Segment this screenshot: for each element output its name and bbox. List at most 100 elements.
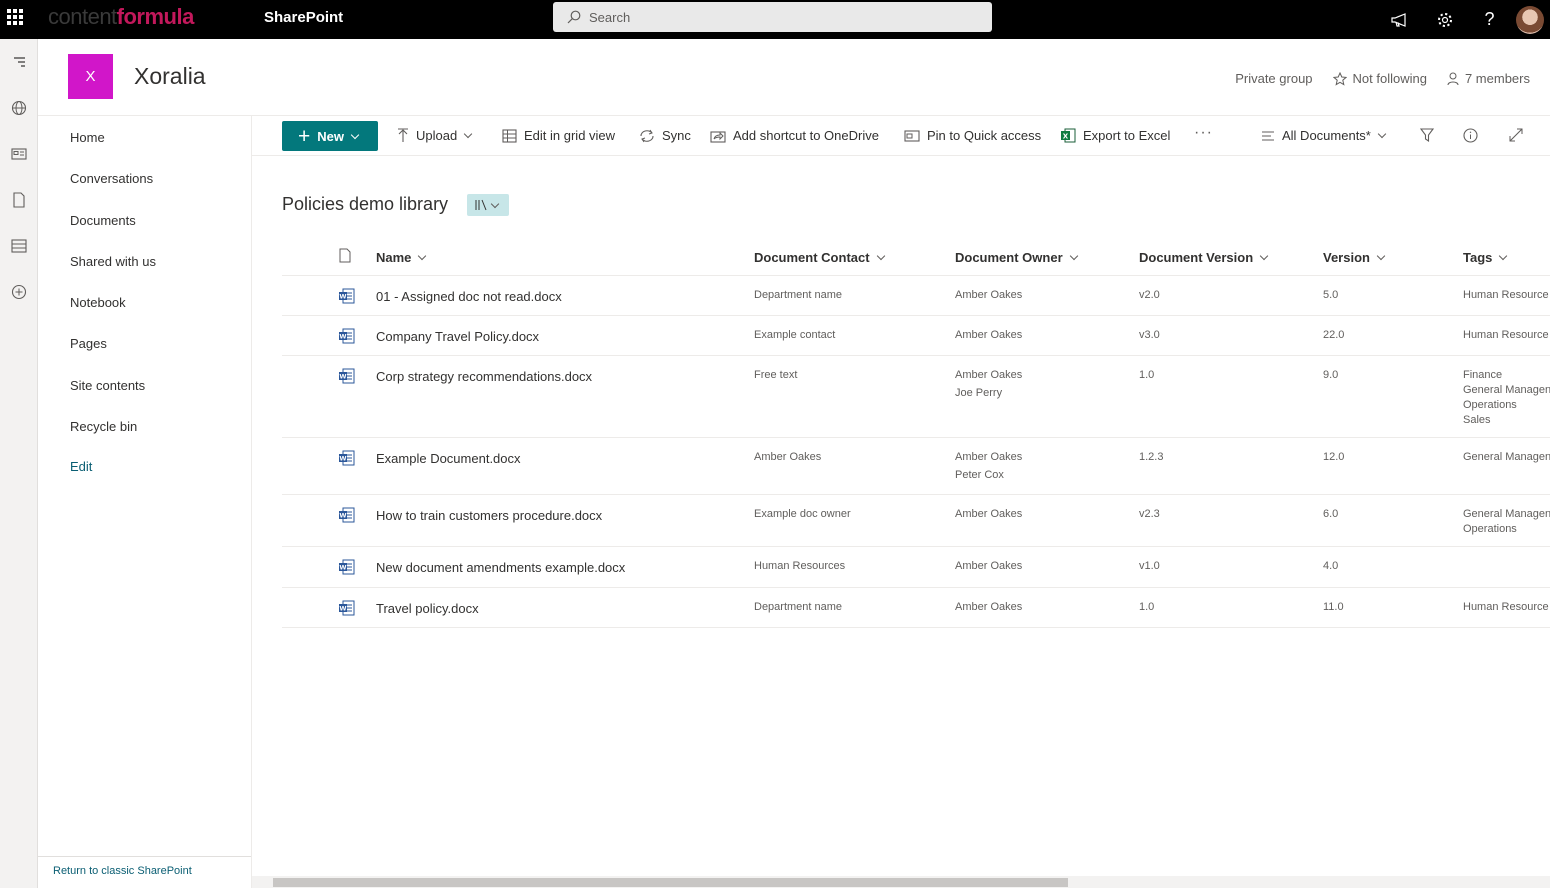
table-row[interactable]: W 01 - Assigned doc not read.docx Departme… <box>282 276 1550 316</box>
command-bar: + New Upload Edit in grid view Sync Add … <box>252 116 1550 156</box>
owner-name[interactable]: Peter Cox <box>955 466 1022 484</box>
owner-name[interactable]: Amber Oakes <box>955 598 1022 616</box>
nav-item-notebook[interactable]: Notebook <box>70 295 126 310</box>
owner-name[interactable]: Amber Oakes <box>955 366 1022 384</box>
nav-item-pages[interactable]: Pages <box>70 336 107 351</box>
new-button-label: New <box>317 128 344 144</box>
create-icon[interactable] <box>0 269 38 315</box>
owner-name[interactable]: Amber Oakes <box>955 286 1022 304</box>
svg-text:W: W <box>339 373 346 381</box>
filter-icon[interactable] <box>1420 128 1434 142</box>
document-version-cell: v1.0 <box>1139 560 1160 572</box>
file-name-link[interactable]: Travel policy.docx <box>376 600 479 617</box>
sync-icon <box>639 129 655 143</box>
document-contact-cell: Amber Oakes <box>754 451 822 463</box>
follow-text: Not following <box>1352 71 1427 86</box>
nav-item-shared-with-us[interactable]: Shared with us <box>70 254 156 269</box>
nav-item-home[interactable]: Home <box>70 130 105 145</box>
file-name-link[interactable]: 01 - Assigned doc not read.docx <box>376 288 562 305</box>
horizontal-scrollbar[interactable] <box>252 876 1550 888</box>
library-view-icon[interactable] <box>467 194 509 216</box>
search-box[interactable]: Search <box>553 2 992 32</box>
file-name-link[interactable]: New document amendments example.docx <box>376 559 625 576</box>
file-icon[interactable] <box>0 177 38 223</box>
add-shortcut-button[interactable]: Add shortcut to OneDrive <box>710 128 879 143</box>
upload-button[interactable]: Upload <box>397 128 475 143</box>
table-row[interactable]: W How to train customers procedure.docx Ex… <box>282 495 1550 547</box>
table-row[interactable]: W Travel policy.docx Department name Amber … <box>282 588 1550 628</box>
plus-icon: + <box>298 124 311 148</box>
more-icon[interactable]: ··· <box>1194 124 1213 142</box>
nav-edit-link[interactable]: Edit <box>70 459 92 474</box>
export-excel-button[interactable]: X Export to Excel <box>1060 128 1170 143</box>
help-icon[interactable]: ? <box>1467 0 1512 39</box>
nav-item-conversations[interactable]: Conversations <box>70 171 153 186</box>
document-owner-cell: Amber Oakes <box>955 286 1022 304</box>
collapse-nav-icon[interactable] <box>0 39 38 85</box>
list-icon[interactable] <box>0 223 38 269</box>
members-button[interactable]: 7 members <box>1447 71 1530 86</box>
document-owner-cell: Amber Oakes <box>955 505 1022 523</box>
follow-button[interactable]: Not following <box>1332 71 1427 86</box>
column-header-owner[interactable]: Document Owner <box>955 250 1081 265</box>
nav-item-recycle-bin[interactable]: Recycle bin <box>70 419 137 434</box>
owner-name[interactable]: Amber Oakes <box>955 505 1022 523</box>
file-name-link[interactable]: Corp strategy recommendations.docx <box>376 368 592 385</box>
sync-button[interactable]: Sync <box>639 128 691 143</box>
info-icon[interactable] <box>1463 128 1478 143</box>
tag-value: General Managen <box>1463 384 1550 396</box>
owner-name[interactable]: Joe Perry <box>955 384 1022 402</box>
avatar[interactable] <box>1516 5 1544 34</box>
search-placeholder: Search <box>589 9 631 25</box>
svg-text:W: W <box>339 455 346 463</box>
site-title[interactable]: Xoralia <box>134 63 206 90</box>
view-selector[interactable]: All Documents* <box>1261 128 1389 143</box>
table-row[interactable]: W Corp strategy recommendations.docx Free … <box>282 356 1550 438</box>
table-row[interactable]: W Example Document.docx Amber Oakes Amber O… <box>282 438 1550 495</box>
library-title[interactable]: Policies demo library <box>282 194 448 215</box>
star-icon <box>1332 71 1347 86</box>
file-name-link[interactable]: Example Document.docx <box>376 450 521 467</box>
scrollbar-thumb[interactable] <box>273 878 1068 887</box>
nav-item-documents[interactable]: Documents <box>70 213 136 228</box>
column-header-tags[interactable]: Tags <box>1463 250 1510 265</box>
upload-icon <box>397 128 409 143</box>
table-row[interactable]: W Company Travel Policy.docx Example conta… <box>282 316 1550 356</box>
app-name[interactable]: SharePoint <box>264 9 343 26</box>
nav-item-site-contents[interactable]: Site contents <box>70 378 145 393</box>
news-icon[interactable] <box>0 131 38 177</box>
column-name-label: Name <box>376 250 412 265</box>
globe-icon[interactable] <box>0 85 38 131</box>
expand-icon[interactable] <box>1509 128 1523 142</box>
owner-name[interactable]: Amber Oakes <box>955 448 1022 466</box>
tags-cell: General Managen Operations <box>1463 507 1550 537</box>
new-button[interactable]: + New <box>282 121 378 151</box>
column-header-name[interactable]: Name <box>376 250 429 265</box>
column-header-docversion[interactable]: Document Version <box>1139 250 1271 265</box>
site-navigation: Home Conversations Documents Shared with… <box>38 116 252 888</box>
file-type-header-icon[interactable] <box>339 248 351 266</box>
file-name-link[interactable]: How to train customers procedure.docx <box>376 507 602 524</box>
word-doc-icon: W <box>338 368 355 389</box>
word-doc-icon: W <box>338 328 355 349</box>
document-owner-cell: Amber Oakes Peter Cox <box>955 448 1022 484</box>
owner-name[interactable]: Amber Oakes <box>955 326 1022 344</box>
return-to-classic-link[interactable]: Return to classic SharePoint <box>38 856 251 888</box>
table-row[interactable]: W New document amendments example.docx Hum… <box>282 547 1550 588</box>
owner-name[interactable]: Amber Oakes <box>955 557 1022 575</box>
site-logo[interactable]: X <box>68 54 113 99</box>
edit-grid-view-button[interactable]: Edit in grid view <box>502 128 615 143</box>
document-version-cell: v2.3 <box>1139 508 1160 520</box>
edit-grid-view-label: Edit in grid view <box>524 128 616 143</box>
column-header-version[interactable]: Version <box>1323 250 1388 265</box>
gear-icon[interactable] <box>1422 0 1467 39</box>
pin-quick-access-button[interactable]: Pin to Quick access <box>904 128 1041 143</box>
chevron-down-icon <box>1259 251 1269 261</box>
app-launcher-icon[interactable] <box>7 9 23 25</box>
megaphone-icon[interactable] <box>1377 0 1422 39</box>
file-name-link[interactable]: Company Travel Policy.docx <box>376 328 539 345</box>
chevron-down-icon <box>463 129 473 139</box>
tag-value: Operations <box>1463 523 1517 535</box>
column-header-contact[interactable]: Document Contact <box>754 250 888 265</box>
brand-logo[interactable]: contentformula <box>48 4 194 30</box>
